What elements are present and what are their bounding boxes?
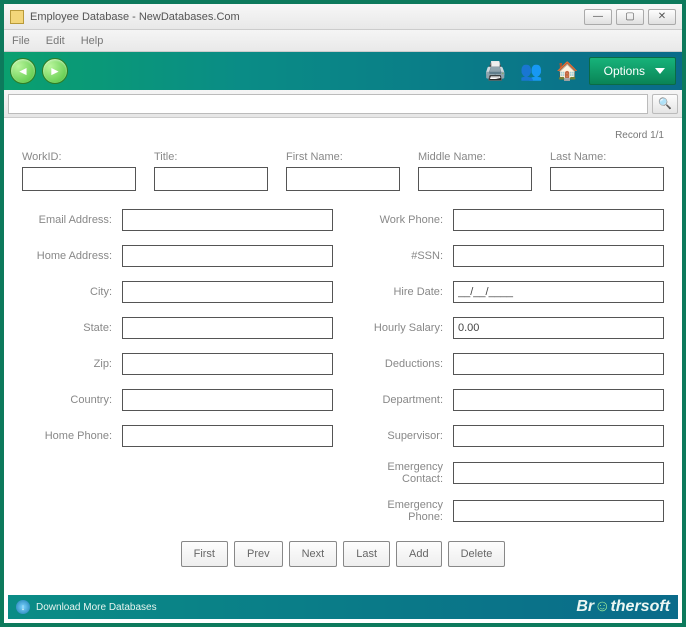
menu-edit[interactable]: Edit <box>46 35 65 47</box>
options-button[interactable]: Options <box>589 57 676 85</box>
title-input[interactable] <box>154 167 268 191</box>
emphone-label: Emergency Phone: <box>353 499 453 523</box>
supervisor-label: Supervisor: <box>353 430 453 442</box>
prev-button[interactable]: Prev <box>234 541 283 567</box>
title-label: Title: <box>154 151 268 167</box>
toolbar: ◄ ► 🖨️ 👥 🏠 Options <box>4 52 682 90</box>
add-button[interactable]: Add <box>396 541 442 567</box>
record-nav: First Prev Next Last Add Delete <box>22 541 664 567</box>
zip-input[interactable] <box>122 353 333 375</box>
form-content: Record 1/1 WorkID: Title: First Name: Mi… <box>4 118 682 571</box>
chevron-down-icon <box>655 68 665 74</box>
lastname-label: Last Name: <box>550 151 664 167</box>
salary-label: Hourly Salary: <box>353 322 453 334</box>
searchbar: 🔍 <box>4 90 682 118</box>
state-label: State: <box>22 322 122 334</box>
footer-link[interactable]: Download More Databases <box>36 602 157 613</box>
printer-icon[interactable]: 🖨️ <box>483 58 509 84</box>
users-icon[interactable]: 👥 <box>519 58 545 84</box>
close-button[interactable]: ✕ <box>648 9 676 25</box>
first-button[interactable]: First <box>181 541 228 567</box>
menu-file[interactable]: File <box>12 35 30 47</box>
lastname-input[interactable] <box>550 167 664 191</box>
workphone-input[interactable] <box>453 209 664 231</box>
email-label: Email Address: <box>22 214 122 226</box>
department-input[interactable] <box>453 389 664 411</box>
ssn-label: #SSN: <box>353 250 453 262</box>
salary-input[interactable] <box>453 317 664 339</box>
middlename-input[interactable] <box>418 167 532 191</box>
options-label: Options <box>604 64 645 78</box>
window-title: Employee Database - NewDatabases.Com <box>30 11 580 23</box>
download-icon: ↓ <box>16 600 30 614</box>
brand-logo: Br☺thersoft <box>576 598 670 616</box>
home-icon[interactable]: 🏠 <box>555 58 581 84</box>
homephone-input[interactable] <box>122 425 333 447</box>
workphone-label: Work Phone: <box>353 214 453 226</box>
menubar: File Edit Help <box>4 30 682 52</box>
zip-label: Zip: <box>22 358 122 370</box>
header-fields: WorkID: Title: First Name: Middle Name: … <box>22 151 664 191</box>
deductions-label: Deductions: <box>353 358 453 370</box>
homephone-label: Home Phone: <box>22 430 122 442</box>
record-status: Record 1/1 <box>22 126 664 151</box>
last-button[interactable]: Last <box>343 541 390 567</box>
ssn-input[interactable] <box>453 245 664 267</box>
city-input[interactable] <box>122 281 333 303</box>
emphone-input[interactable] <box>453 500 664 522</box>
email-input[interactable] <box>122 209 333 231</box>
maximize-button[interactable]: ▢ <box>616 9 644 25</box>
minimize-button[interactable]: ― <box>584 9 612 25</box>
workid-label: WorkID: <box>22 151 136 167</box>
search-icon: 🔍 <box>658 97 672 110</box>
homeaddr-input[interactable] <box>122 245 333 267</box>
forward-button[interactable]: ► <box>42 58 68 84</box>
firstname-label: First Name: <box>286 151 400 167</box>
department-label: Department: <box>353 394 453 406</box>
workid-input[interactable] <box>22 167 136 191</box>
supervisor-input[interactable] <box>453 425 664 447</box>
state-input[interactable] <box>122 317 333 339</box>
right-column: Work Phone: #SSN: Hire Date: Hourly Sala… <box>353 209 664 523</box>
hiredate-label: Hire Date: <box>353 286 453 298</box>
search-button[interactable]: 🔍 <box>652 94 678 114</box>
titlebar: Employee Database - NewDatabases.Com ― ▢… <box>4 4 682 30</box>
left-column: Email Address: Home Address: City: State… <box>22 209 333 523</box>
firstname-input[interactable] <box>286 167 400 191</box>
emcontact-input[interactable] <box>453 462 664 484</box>
delete-button[interactable]: Delete <box>448 541 506 567</box>
middlename-label: Middle Name: <box>418 151 532 167</box>
deductions-input[interactable] <box>453 353 664 375</box>
menu-help[interactable]: Help <box>81 35 104 47</box>
country-label: Country: <box>22 394 122 406</box>
homeaddr-label: Home Address: <box>22 250 122 262</box>
hiredate-input[interactable] <box>453 281 664 303</box>
emcontact-label: Emergency Contact: <box>353 461 453 485</box>
back-button[interactable]: ◄ <box>10 58 36 84</box>
next-button[interactable]: Next <box>289 541 338 567</box>
footer: ↓ Download More Databases Br☺thersoft <box>8 595 678 619</box>
app-icon <box>10 10 24 24</box>
country-input[interactable] <box>122 389 333 411</box>
city-label: City: <box>22 286 122 298</box>
search-input[interactable] <box>8 94 648 114</box>
